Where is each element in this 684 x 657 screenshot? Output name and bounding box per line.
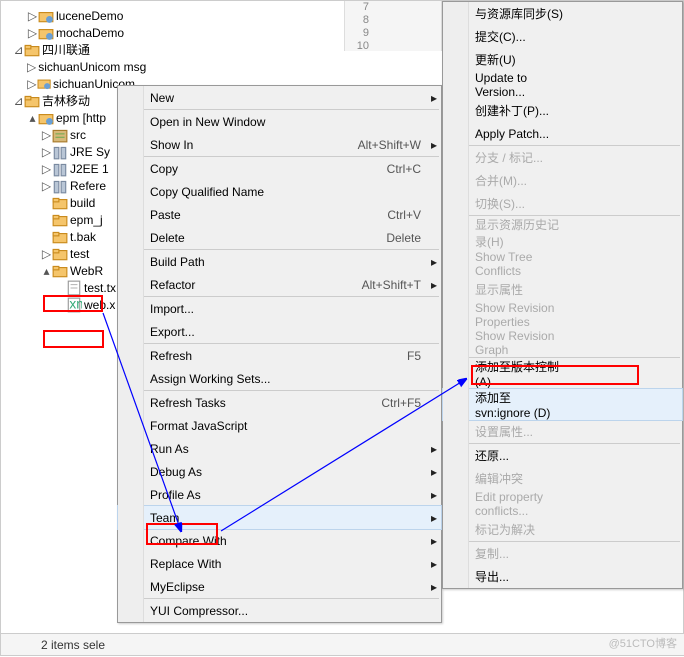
status-text: 2 items sele <box>41 638 105 652</box>
annotation-arrows <box>1 1 684 657</box>
watermark: @51CTO博客 <box>609 635 677 651</box>
status-bar: 2 items sele <box>1 633 684 655</box>
